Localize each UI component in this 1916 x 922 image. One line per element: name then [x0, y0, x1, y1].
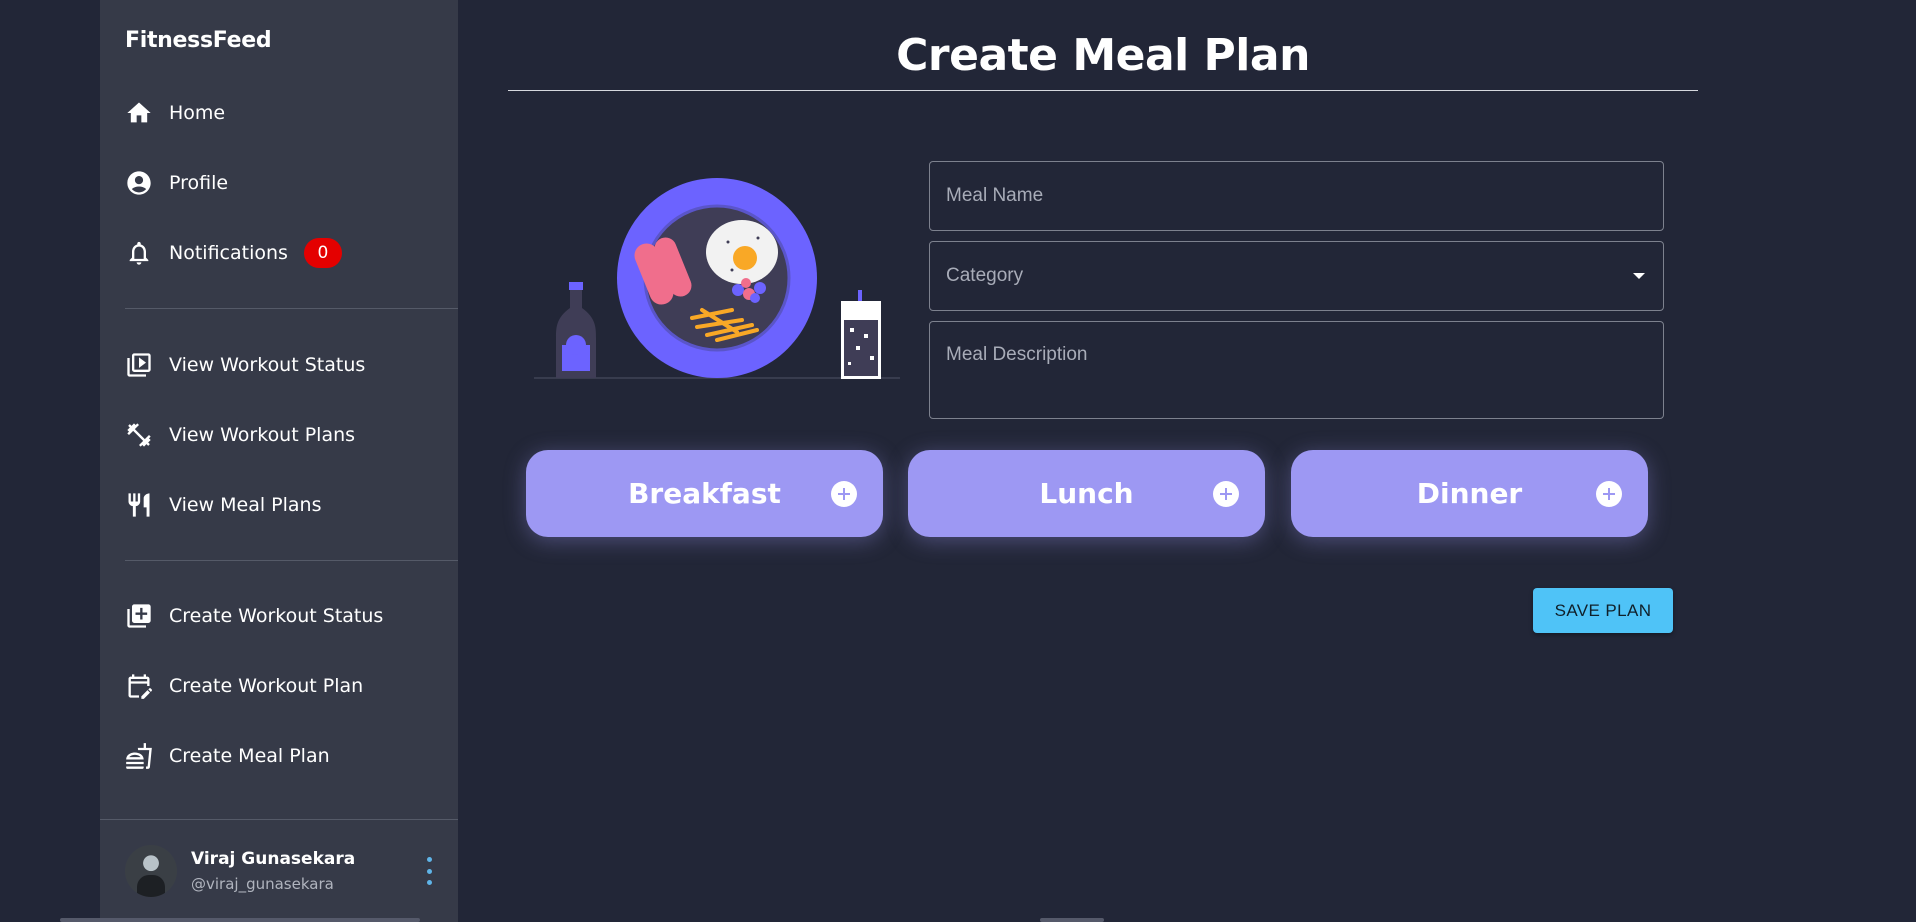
plus-circle-icon — [1596, 480, 1622, 507]
lunch-label: Lunch — [1039, 477, 1134, 510]
category-select[interactable]: Category — [929, 241, 1664, 311]
add-library-icon — [125, 601, 155, 631]
category-select-label: Category — [946, 265, 1024, 286]
plus-circle-icon — [831, 480, 857, 507]
sidebar-divider — [100, 819, 458, 820]
meal-description-field[interactable] — [929, 321, 1664, 419]
title-divider — [508, 90, 1698, 91]
add-breakfast-button[interactable]: Breakfast — [526, 450, 883, 537]
scrollbar-thumb[interactable] — [1040, 918, 1104, 922]
sidebar-item-home[interactable]: Home — [100, 87, 458, 139]
meal-illustration — [534, 178, 900, 379]
brand-logo[interactable]: FitnessFeed — [125, 28, 272, 53]
add-dinner-button[interactable]: Dinner — [1291, 450, 1648, 537]
page-title: Create Meal Plan — [896, 30, 1310, 81]
save-plan-button[interactable]: SAVE PLAN — [1533, 588, 1673, 633]
dinner-label: Dinner — [1416, 477, 1523, 510]
sidebar-item-create-meal-plan[interactable]: Create Meal Plan — [100, 730, 458, 782]
video-library-icon — [125, 350, 155, 380]
add-lunch-button[interactable]: Lunch — [908, 450, 1265, 537]
sidebar-item-view-workout-status[interactable]: View Workout Status — [100, 339, 458, 391]
sidebar-item-label: Create Workout Plan — [169, 675, 364, 697]
horizontal-scrollbar[interactable] — [60, 918, 420, 922]
more-vertical-icon[interactable] — [423, 857, 435, 885]
user-name: Viraj Gunasekara — [191, 849, 356, 869]
sidebar-item-label: Profile — [169, 172, 229, 194]
food-icon — [125, 741, 155, 771]
sidebar-item-label: Notifications — [169, 242, 288, 264]
meal-name-input[interactable] — [930, 162, 1663, 230]
sidebar-item-create-workout-status[interactable]: Create Workout Status — [100, 590, 458, 642]
notification-count-badge: 0 — [303, 238, 342, 268]
sidebar-item-create-workout-plan[interactable]: Create Workout Plan — [100, 660, 458, 712]
sidebar-item-label: View Workout Plans — [169, 424, 356, 446]
sidebar-item-label: Create Meal Plan — [169, 745, 330, 767]
breakfast-label: Breakfast — [628, 477, 781, 510]
plus-circle-icon — [1213, 480, 1239, 507]
chevron-down-icon — [1633, 273, 1645, 279]
account-circle-icon — [125, 168, 155, 198]
fork-knife-icon — [125, 490, 155, 520]
fried-egg — [706, 220, 778, 284]
sidebar-divider — [125, 308, 458, 309]
sidebar: FitnessFeed Home Profile Notifications 0… — [100, 0, 458, 922]
drink-glass — [841, 290, 881, 379]
sauce-bottle — [556, 282, 596, 378]
sidebar-item-view-workout-plans[interactable]: View Workout Plans — [100, 409, 458, 461]
home-icon — [125, 98, 155, 128]
calendar-edit-icon — [125, 671, 155, 701]
meal-name-field[interactable] — [929, 161, 1664, 231]
sidebar-item-profile[interactable]: Profile — [100, 157, 458, 209]
dumbbell-icon — [125, 420, 155, 450]
sidebar-divider — [125, 560, 458, 561]
avatar[interactable] — [125, 845, 177, 897]
sidebar-item-label: View Workout Status — [169, 354, 366, 376]
sidebar-item-label: View Meal Plans — [169, 494, 322, 516]
sidebar-item-label: Create Workout Status — [169, 605, 384, 627]
sidebar-item-label: Home — [169, 102, 226, 124]
sidebar-item-notifications[interactable]: Notifications 0 — [100, 227, 458, 279]
user-info: Viraj Gunasekara @viraj_gunasekara — [191, 849, 355, 893]
sidebar-item-view-meal-plans[interactable]: View Meal Plans — [100, 479, 458, 531]
meal-description-input[interactable] — [930, 322, 1663, 418]
user-handle: @viraj_gunasekara — [191, 875, 334, 893]
user-card[interactable]: Viraj Gunasekara @viraj_gunasekara — [125, 843, 435, 899]
bell-icon — [125, 238, 155, 268]
